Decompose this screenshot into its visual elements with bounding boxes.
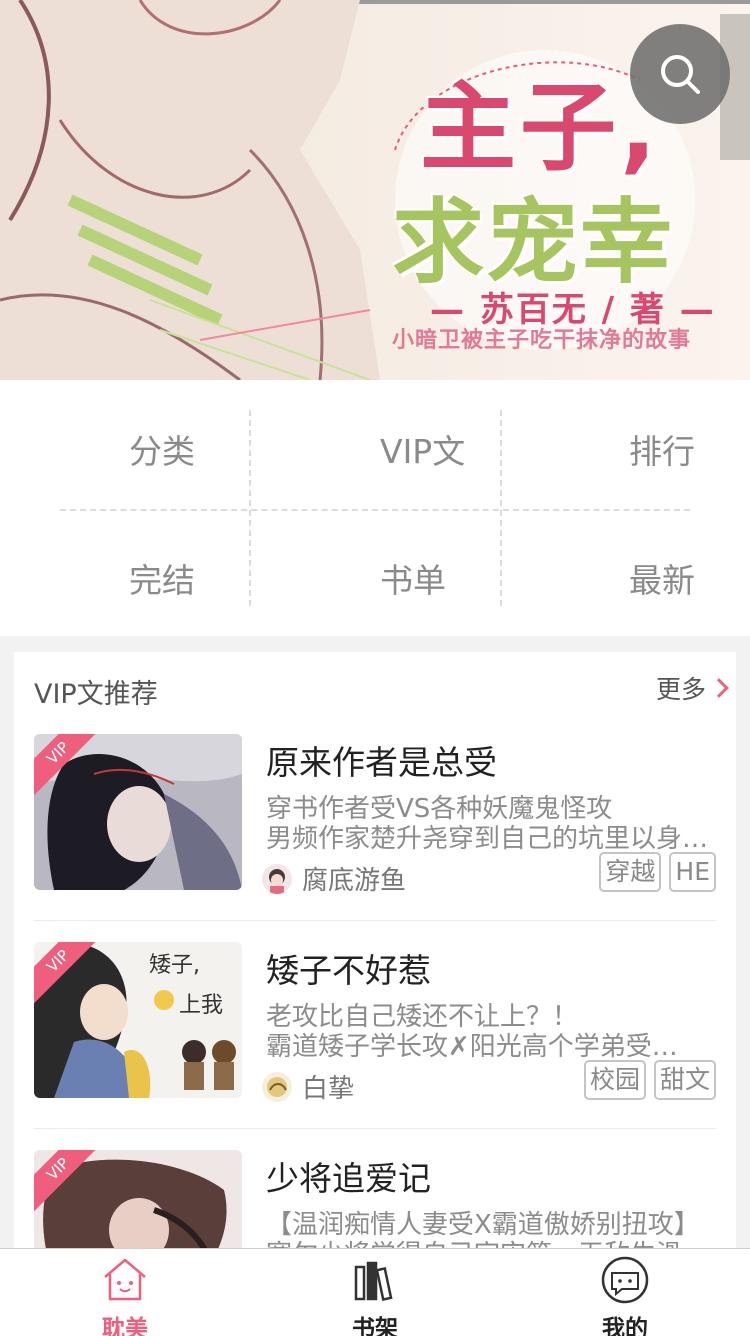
book-title: 少将追爱记: [266, 1159, 431, 1198]
book-title: 原来作者是总受: [266, 743, 497, 782]
book-cover: VIP: [34, 734, 242, 890]
search-button[interactable]: [630, 24, 730, 124]
category-item-latest[interactable]: 最新: [629, 554, 695, 602]
category-item-booklist[interactable]: 书单: [380, 554, 446, 602]
nav-tab-profile[interactable]: 我的: [500, 1249, 750, 1336]
more-label: 更多: [655, 675, 706, 704]
divider: [34, 920, 716, 921]
book-cover: 矮子, 上我 VIP: [34, 942, 242, 1098]
banner-subtitle: 小暗卫被主子吃干抹净的故事: [392, 328, 692, 353]
book-desc-line2: 霸道矮子学长攻✗阳光高个学弟受…: [266, 1032, 678, 1062]
section-title: VIP文推荐: [34, 679, 158, 710]
featured-banner[interactable]: 主子, 求宠幸 — 苏百无 / 著 — 小暗卫被主子吃干抹净的故事: [0, 0, 750, 380]
tag-list: 穿越 HE: [599, 852, 716, 892]
grid-divider: [500, 410, 502, 606]
category-item-fenlei[interactable]: 分类: [129, 425, 195, 473]
book-title: 矮子不好惹: [266, 951, 431, 990]
nav-tab-danmei[interactable]: 耽美: [0, 1249, 250, 1336]
profile-icon: [601, 1256, 649, 1304]
chevron-right-icon: [709, 678, 729, 698]
avatar: [262, 863, 292, 894]
svg-text:矮子,: 矮子,: [149, 953, 200, 978]
tag[interactable]: HE: [669, 852, 716, 892]
category-grid: 分类 VIP文 排行 完结 书单 最新: [0, 380, 750, 636]
app-page: 主子, 求宠幸 — 苏百无 / 著 — 小暗卫被主子吃干抹净的故事 分类 VIP…: [0, 0, 750, 1336]
vip-recommend-section: VIP文推荐 更多 VIP 原来作者是总受 穿书作者受VS各种妖魔鬼怪攻 男频作…: [14, 652, 736, 1336]
more-link[interactable]: 更多: [655, 670, 729, 706]
author-name: 腐底游鱼: [302, 866, 407, 896]
bottom-navigation: 耽美 书架 我的: [0, 1248, 750, 1336]
book-item[interactable]: 矮子, 上我 VIP 矮子不好惹 老攻比自己矮还不让上？！ 霸道矮子学长攻✗阳光…: [34, 942, 716, 1105]
nav-label: 我的: [602, 1316, 648, 1336]
bookshelf-icon: [354, 1261, 393, 1301]
book-item[interactable]: VIP 原来作者是总受 穿书作者受VS各种妖魔鬼怪攻 男频作家楚升尧穿到自己的坑…: [34, 734, 716, 897]
search-icon: [661, 55, 700, 94]
tag[interactable]: 校园: [583, 1060, 646, 1100]
svg-text:上我: 上我: [179, 993, 223, 1018]
book-desc-line2: 男频作家楚升尧穿到自己的坑里以身…: [266, 824, 709, 854]
home-icon: [104, 1258, 146, 1301]
tag[interactable]: 甜文: [653, 1060, 716, 1100]
nav-label: 书架: [352, 1316, 398, 1336]
divider: [34, 1128, 716, 1129]
author-row: 腐底游鱼: [262, 860, 406, 897]
nav-tab-bookshelf[interactable]: 书架: [250, 1249, 500, 1336]
tag[interactable]: 穿越: [599, 852, 662, 892]
nav-label: 耽美: [102, 1316, 148, 1336]
category-item-vip[interactable]: VIP文: [380, 425, 465, 473]
grid-divider: [60, 509, 690, 511]
category-item-ranking[interactable]: 排行: [629, 425, 695, 473]
avatar: [262, 1071, 292, 1102]
author-name: 白挚: [302, 1074, 355, 1104]
grid-divider: [249, 410, 251, 606]
tag-list: 校园 甜文: [583, 1060, 716, 1100]
author-row: 白挚: [262, 1068, 354, 1105]
category-item-completed[interactable]: 完结: [129, 554, 195, 602]
